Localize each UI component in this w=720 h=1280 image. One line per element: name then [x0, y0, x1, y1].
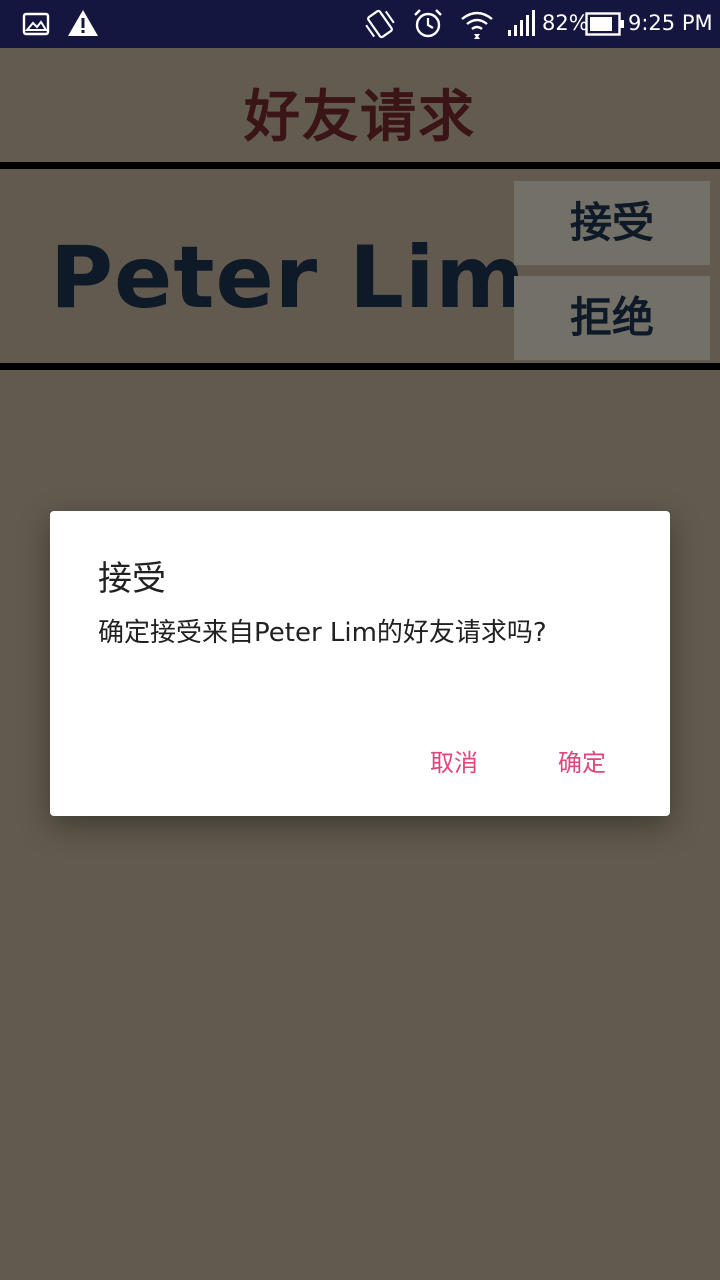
cancel-button[interactable]: 取消: [430, 743, 478, 778]
confirm-dialog: 接受 确定接受来自Peter Lim的好友请求吗? 取消 确定: [50, 511, 670, 816]
confirm-button[interactable]: 确定: [558, 743, 606, 778]
page-title: 好友请求: [244, 85, 476, 150]
wifi-icon: [460, 8, 494, 44]
warning-icon: [66, 8, 100, 42]
clock: 9:25 PM: [628, 11, 713, 35]
app-header: 好友请求: [0, 48, 720, 162]
friend-request-item: Peter Lim 接受 拒绝: [0, 170, 720, 363]
divider-top: [0, 162, 720, 169]
vibrate-icon: [363, 8, 397, 44]
divider-bottom: [0, 363, 720, 370]
friend-name: Peter Lim: [50, 228, 527, 328]
battery-icon: [585, 12, 625, 40]
dialog-message: 确定接受来自Peter Lim的好友请求吗?: [98, 618, 547, 648]
signal-icon: [506, 10, 536, 42]
battery-percent: 82%: [542, 11, 589, 35]
accept-button[interactable]: 接受: [514, 181, 710, 265]
alarm-icon: [412, 8, 444, 44]
dialog-title: 接受: [98, 559, 166, 599]
image-icon: [22, 12, 50, 40]
status-bar: 82% 9:25 PM: [0, 0, 720, 48]
reject-button[interactable]: 拒绝: [514, 276, 710, 360]
